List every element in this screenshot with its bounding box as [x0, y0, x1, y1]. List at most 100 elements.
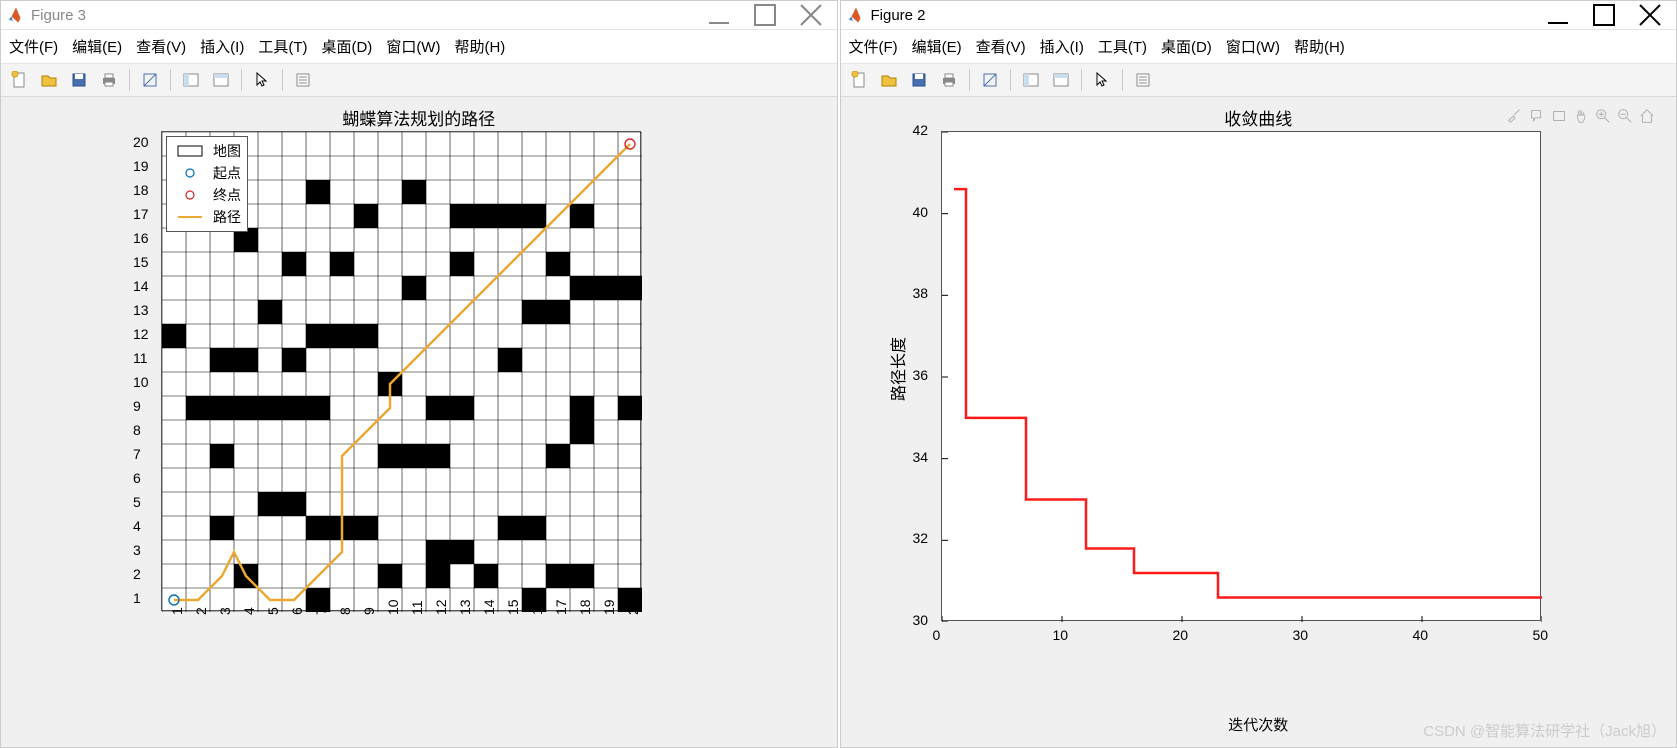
legend-label: 地图	[213, 141, 241, 161]
save-button[interactable]	[905, 68, 933, 92]
y-tick-label: 9	[133, 398, 151, 414]
legend-label: 起点	[213, 163, 241, 183]
maximize-button[interactable]	[1590, 5, 1618, 25]
x-tick-label: 50	[1533, 627, 1549, 643]
y-tick-label: 20	[133, 134, 151, 150]
y-tick-label: 13	[133, 302, 151, 318]
matlab-logo-icon	[7, 6, 25, 24]
x-tick-label: 0	[933, 627, 941, 643]
minimize-button[interactable]	[705, 5, 733, 25]
menu-item[interactable]: 编辑(E)	[72, 36, 122, 57]
y-tick-label: 10	[133, 374, 151, 390]
brush-icon[interactable]	[1506, 107, 1524, 128]
y-tick-label: 36	[913, 367, 929, 383]
panel-2-button[interactable]	[207, 68, 235, 92]
y-tick-label: 42	[913, 122, 929, 138]
titlebar[interactable]: Figure 2	[841, 1, 1677, 30]
panel-2-button[interactable]	[1047, 68, 1075, 92]
y-tick-label: 3	[133, 542, 151, 558]
print-button[interactable]	[935, 68, 963, 92]
menu-item[interactable]: 文件(F)	[9, 36, 58, 57]
open-button[interactable]	[875, 68, 903, 92]
zoom-in-icon[interactable]	[1594, 107, 1612, 128]
new-file-button[interactable]	[845, 68, 873, 92]
close-button[interactable]	[797, 5, 825, 25]
panel-1-button[interactable]	[177, 68, 205, 92]
menu-item[interactable]: 窗口(W)	[386, 36, 440, 57]
menu-item[interactable]: 插入(I)	[1040, 36, 1084, 57]
list-button[interactable]	[1129, 68, 1157, 92]
figure-area: 收敛曲线 路径长度 迭代次数 30323436384042 0102030405…	[841, 97, 1677, 747]
close-button[interactable]	[1636, 5, 1664, 25]
legend[interactable]: 地图 起点 终点 路径	[166, 136, 248, 232]
toolbar	[841, 64, 1677, 97]
menu-item[interactable]: 工具(T)	[258, 36, 307, 57]
y-tick-label: 32	[913, 530, 929, 546]
figure-window-2: Figure 2 文件(F) 编辑(E) 查看(V) 插入(I) 工具(T) 桌面(D) 窗…	[840, 0, 1677, 748]
link-button[interactable]	[136, 68, 164, 92]
axes[interactable]	[941, 131, 1541, 621]
zoom-out-icon[interactable]	[1616, 107, 1634, 128]
toolbar	[1, 64, 837, 97]
axes[interactable]: 地图 起点 终点 路径	[161, 131, 641, 611]
window-title: Figure 3	[31, 7, 705, 24]
menu-item[interactable]: 帮助(H)	[1294, 36, 1345, 57]
y-tick-label: 14	[133, 278, 151, 294]
menubar: 文件(F) 编辑(E) 查看(V) 插入(I) 工具(T) 桌面(D) 窗口(W) 帮助(H)	[1, 30, 837, 64]
menu-item[interactable]: 帮助(H)	[454, 36, 505, 57]
menu-item[interactable]: 桌面(D)	[321, 36, 372, 57]
panel-1-button[interactable]	[1017, 68, 1045, 92]
y-tick-label: 4	[133, 518, 151, 534]
menu-item[interactable]: 查看(V)	[976, 36, 1026, 57]
y-tick-label: 12	[133, 326, 151, 342]
matlab-logo-icon	[847, 6, 865, 24]
y-tick-label: 18	[133, 182, 151, 198]
menu-item[interactable]: 插入(I)	[200, 36, 244, 57]
home-icon[interactable]	[1638, 107, 1656, 128]
y-tick-label: 11	[133, 350, 151, 366]
cursor-button[interactable]	[248, 68, 276, 92]
pan-icon[interactable]	[1572, 107, 1590, 128]
toolbar-separator	[129, 69, 130, 91]
y-tick-label: 8	[133, 422, 151, 438]
menu-item[interactable]: 查看(V)	[136, 36, 186, 57]
link-button[interactable]	[976, 68, 1004, 92]
x-tick-label: 30	[1293, 627, 1309, 643]
axes-title: 蝴蝶算法规划的路径	[1, 105, 837, 130]
list-button[interactable]	[289, 68, 317, 92]
menu-item[interactable]: 桌面(D)	[1161, 36, 1212, 57]
watermark: CSDN @智能算法研学社（Jack旭）	[1423, 720, 1666, 741]
y-tick-label: 7	[133, 446, 151, 462]
y-tick-label: 19	[133, 158, 151, 174]
datatip-icon[interactable]	[1528, 107, 1546, 128]
open-button[interactable]	[35, 68, 63, 92]
figure-window-3: Figure 3 文件(F) 编辑(E) 查看(V) 插入(I) 工具(T) 桌面(D) 窗…	[0, 0, 838, 748]
menu-item[interactable]: 窗口(W)	[1226, 36, 1280, 57]
menu-item[interactable]: 编辑(E)	[912, 36, 962, 57]
menu-item[interactable]: 文件(F)	[849, 36, 898, 57]
toolbar-separator	[241, 69, 242, 91]
legend-label: 路径	[213, 207, 241, 227]
print-button[interactable]	[95, 68, 123, 92]
y-tick-label: 2	[133, 566, 151, 582]
rotate-icon[interactable]	[1550, 107, 1568, 128]
axes-toolbar	[1506, 107, 1656, 128]
titlebar[interactable]: Figure 3	[1, 1, 837, 30]
toolbar-separator	[1081, 69, 1082, 91]
maximize-button[interactable]	[751, 5, 779, 25]
new-file-button[interactable]	[5, 68, 33, 92]
legend-label: 终点	[213, 185, 241, 205]
minimize-button[interactable]	[1544, 5, 1572, 25]
save-button[interactable]	[65, 68, 93, 92]
y-tick-label: 6	[133, 470, 151, 486]
window-title: Figure 2	[871, 7, 1545, 24]
y-tick-label: 17	[133, 206, 151, 222]
menu-item[interactable]: 工具(T)	[1098, 36, 1147, 57]
y-tick-label: 15	[133, 254, 151, 270]
cursor-button[interactable]	[1088, 68, 1116, 92]
y-tick-label: 34	[913, 449, 929, 465]
y-axis-label: 路径长度	[885, 337, 909, 401]
toolbar-separator	[1122, 69, 1123, 91]
y-tick-label: 30	[913, 612, 929, 628]
y-tick-label: 16	[133, 230, 151, 246]
